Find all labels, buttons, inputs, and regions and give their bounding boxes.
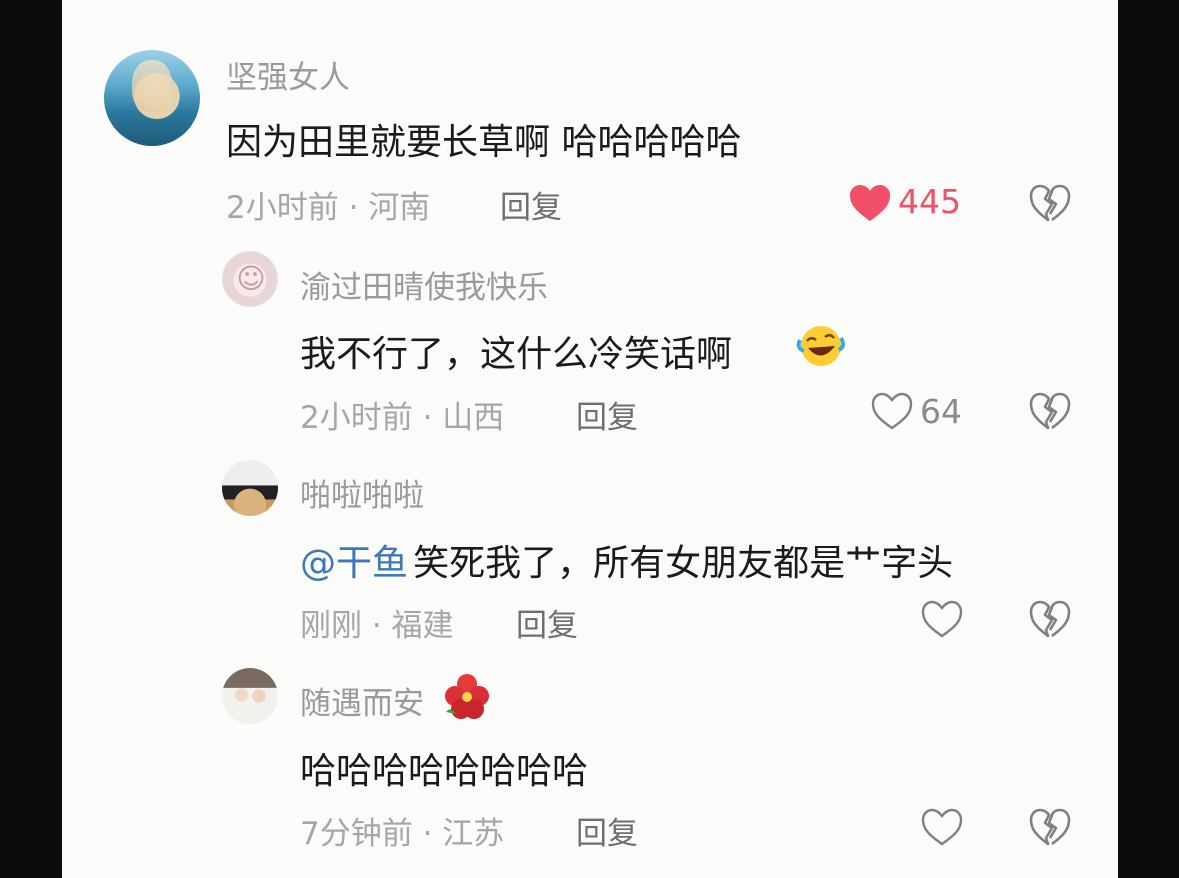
comment-text-line: @干鱼 笑死我了，所有女朋友都是艹字头	[300, 534, 953, 586]
comment-meta: 2小时前 · 山西	[300, 400, 505, 436]
avatar[interactable]	[222, 251, 278, 307]
heart-outline-icon[interactable]	[870, 391, 914, 431]
avatar[interactable]	[222, 668, 278, 724]
reply-button[interactable]: 回复	[576, 808, 638, 853]
comment-meta: 2小时前 · 河南	[226, 190, 431, 226]
avatar[interactable]	[222, 460, 278, 516]
comment-username[interactable]: 啪啦啪啦	[300, 470, 424, 515]
rolling-laughing-emoji-icon	[796, 326, 846, 366]
left-dark-border	[0, 0, 62, 878]
dislike-broken-heart-icon[interactable]	[1028, 391, 1072, 431]
like-count: 64	[920, 392, 962, 431]
comment-text: 我不行了，这什么冷笑话啊	[300, 334, 733, 375]
comment-username[interactable]: 渝过田晴使我快乐	[300, 262, 548, 307]
comment-list: 坚强女人 因为田里就要长草啊 哈哈哈哈哈 2小时前 · 河南 回复 445 渝过…	[62, 0, 1118, 878]
comment-meta: 7分钟前 · 江苏	[300, 816, 505, 852]
right-dark-border	[1118, 0, 1179, 878]
heart-outline-icon[interactable]	[920, 807, 964, 847]
comment-username[interactable]: 坚强女人	[226, 52, 350, 97]
comment-meta: 刚刚 · 福建	[300, 608, 454, 644]
mention-link[interactable]: @干鱼	[300, 543, 408, 584]
heart-filled-icon[interactable]	[848, 183, 892, 223]
comment-text: 哈哈哈哈哈哈哈哈	[300, 751, 589, 792]
dislike-broken-heart-icon[interactable]	[1028, 183, 1072, 223]
heart-outline-icon[interactable]	[920, 599, 964, 639]
comment-text: 笑死我了，所有女朋友都是艹字头	[413, 543, 954, 584]
reply-button[interactable]: 回复	[500, 182, 562, 227]
comment-text: 因为田里就要长草啊 哈哈哈哈哈	[226, 122, 742, 163]
dislike-broken-heart-icon[interactable]	[1028, 807, 1072, 847]
hibiscus-flower-emoji-icon	[445, 674, 489, 719]
reply-button[interactable]: 回复	[576, 392, 638, 437]
avatar[interactable]	[104, 50, 200, 146]
comment-username-line: 随遇而安	[300, 678, 424, 723]
reply-button[interactable]: 回复	[516, 600, 578, 645]
comment-username[interactable]: 随遇而安	[300, 686, 424, 722]
like-count: 445	[898, 182, 961, 221]
dislike-broken-heart-icon[interactable]	[1028, 599, 1072, 639]
comment-text-line: 我不行了，这什么冷笑话啊	[300, 325, 732, 377]
